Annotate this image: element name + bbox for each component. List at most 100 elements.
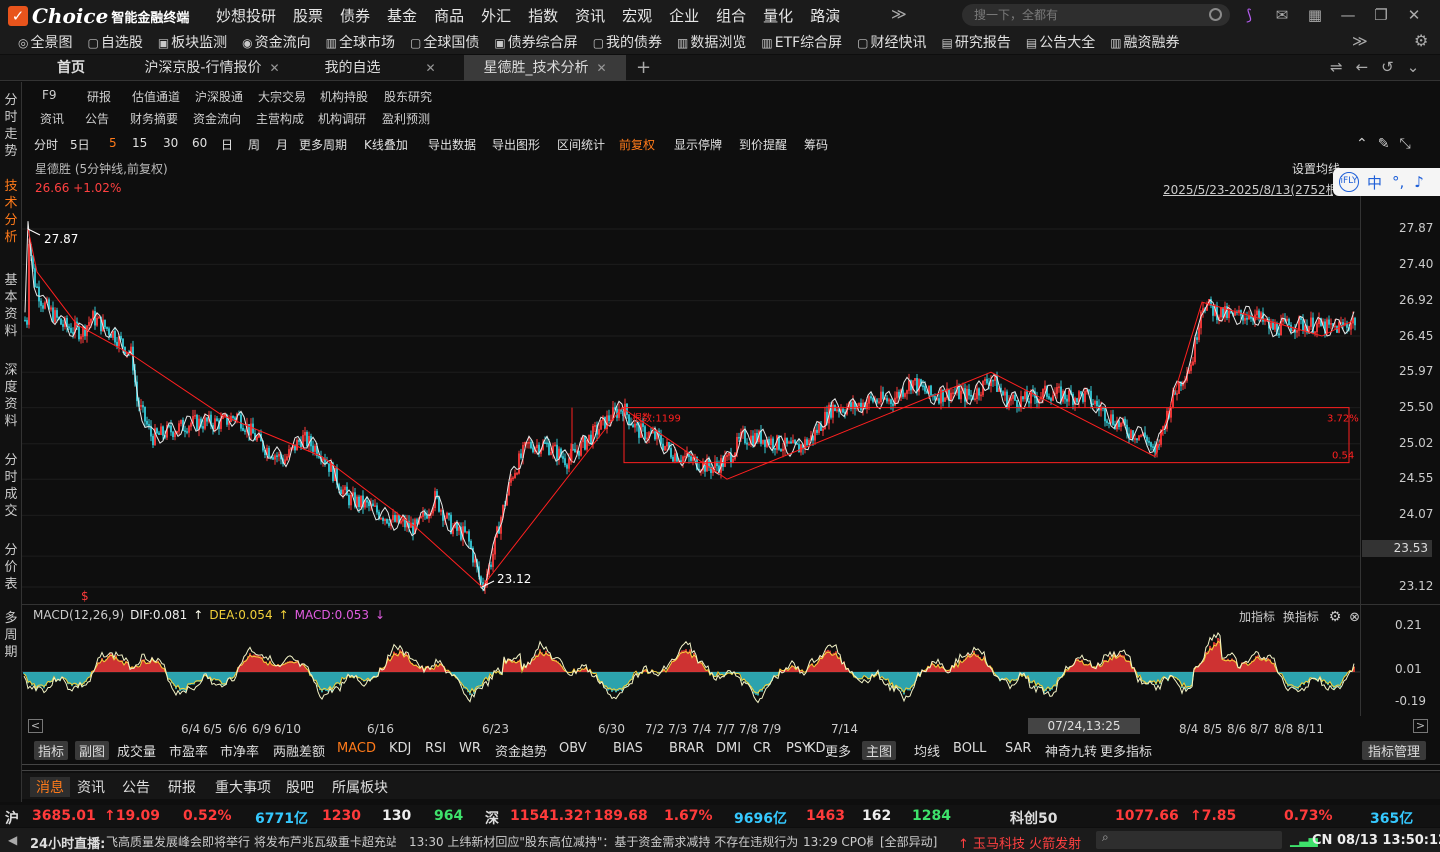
menu-item[interactable]: 妙想投研: [216, 5, 276, 26]
range-annotation-box[interactable]: [623, 407, 1350, 464]
menu-item[interactable]: 债券: [340, 5, 370, 26]
left-nav-item[interactable]: 分时走势: [0, 92, 22, 160]
f9-link[interactable]: 大宗交易: [258, 88, 306, 105]
tab-watchlist[interactable]: 我的自选 ✕: [300, 55, 460, 81]
toolbar-item[interactable]: ▢ 自选股: [87, 32, 142, 52]
indicator-settings-icon[interactable]: ⚙: [1329, 609, 1342, 625]
toolbar-item[interactable]: ▤ 公告大全: [1026, 32, 1095, 52]
left-nav-item[interactable]: 分价表: [0, 542, 22, 593]
close-tab-icon[interactable]: ✕: [425, 61, 435, 75]
tab-technical-analysis[interactable]: 星德胜_技术分析 ✕: [464, 55, 626, 81]
close-tab-icon[interactable]: ✕: [596, 61, 606, 75]
settings-gear-icon[interactable]: ⚙: [1414, 31, 1428, 50]
left-nav-item[interactable]: 基本资料: [0, 272, 22, 340]
chart-app-icon[interactable]: ⟆: [1240, 6, 1258, 24]
left-nav-item[interactable]: 深度资料: [0, 362, 22, 430]
period-button[interactable]: 5: [109, 136, 117, 150]
indicator-button[interactable]: 神奇九转: [1045, 741, 1097, 760]
tab-tools-icons[interactable]: ⇌←↺⌄: [1330, 58, 1432, 76]
add-indicator-button[interactable]: 加指标: [1239, 610, 1275, 624]
menu-item[interactable]: 商品: [434, 5, 464, 26]
f9-link[interactable]: F9: [42, 88, 57, 102]
period-button[interactable]: 前复权: [619, 136, 655, 153]
ifly-icon[interactable]: iFLY: [1339, 172, 1359, 192]
scroll-left-icon[interactable]: <: [28, 719, 43, 733]
f9-link[interactable]: 股东研究: [384, 88, 432, 105]
f9-link[interactable]: 资金流向: [193, 110, 241, 127]
news-tab[interactable]: 股吧: [286, 777, 314, 797]
f9-link[interactable]: 公告: [85, 110, 109, 127]
period-button[interactable]: 日: [221, 136, 233, 153]
close-tab-icon[interactable]: ✕: [270, 61, 280, 75]
menu-item[interactable]: 组合: [716, 5, 746, 26]
news-tab[interactable]: 公告: [122, 777, 150, 797]
indicator-button[interactable]: 成交量: [117, 741, 156, 760]
tab-quotes[interactable]: 沪深京股-行情报价 ✕: [132, 55, 292, 81]
menu-item[interactable]: 基金: [387, 5, 417, 26]
menu-item[interactable]: 宏观: [622, 5, 652, 26]
alert-item[interactable]: ↑ 玉马科技 火箭发射: [958, 833, 1081, 852]
splitter[interactable]: [22, 764, 1440, 771]
f9-link[interactable]: 财务摘要: [130, 110, 178, 127]
news-item[interactable]: 13:29 CPO概: [803, 833, 873, 850]
toolbar-item[interactable]: ▥ 全球市场: [326, 32, 395, 52]
period-button[interactable]: 区间统计: [557, 136, 605, 153]
indicator-button[interactable]: DMI: [716, 741, 741, 756]
indicator-button[interactable]: KDJ: [389, 741, 411, 756]
period-button[interactable]: 更多周期: [299, 136, 347, 153]
toolbar-item[interactable]: ▢ 财经快讯: [857, 32, 926, 52]
indicator-button[interactable]: CR: [753, 741, 771, 756]
f9-link[interactable]: 主营构成: [256, 110, 304, 127]
float-toolbar[interactable]: iFLY 中 °, ♪: [1333, 168, 1440, 196]
indicator-button[interactable]: BIAS: [613, 741, 643, 756]
period-button[interactable]: 筹码: [804, 136, 828, 153]
float-punct[interactable]: °,: [1392, 173, 1404, 191]
toolbar-item[interactable]: ▣ 板块监测: [158, 32, 227, 52]
toolbar-item[interactable]: ◎ 全景图: [18, 32, 72, 52]
news-tab[interactable]: 所属板块: [332, 777, 388, 797]
indicator-button[interactable]: BRAR: [669, 741, 704, 756]
news-tab[interactable]: 重大事项: [215, 777, 271, 797]
news-item[interactable]: 飞高质量发展峰会即将举行 将发布芦兆瓦级重卡超充站: [106, 833, 396, 850]
menu-item[interactable]: 企业: [669, 5, 699, 26]
f9-link[interactable]: 研报: [87, 88, 111, 105]
sz-index[interactable]: 11541.32: [510, 808, 584, 824]
mail-icon[interactable]: ✉: [1273, 6, 1291, 24]
period-button[interactable]: 月: [276, 136, 288, 153]
change-indicator-button[interactable]: 换指标: [1283, 610, 1319, 624]
toolbar-item[interactable]: ▥ ETF综合屏: [761, 32, 842, 52]
menu-item[interactable]: 外汇: [481, 5, 511, 26]
news-tab[interactable]: 研报: [168, 777, 196, 797]
f9-link[interactable]: 盈利预测: [382, 110, 430, 127]
indicator-button[interactable]: BOLL: [953, 741, 986, 756]
toolbar-item[interactable]: ▢ 全球国债: [410, 32, 479, 52]
more-menu-icon[interactable]: ≫: [891, 5, 907, 23]
period-button[interactable]: 显示停牌: [674, 136, 722, 153]
period-button[interactable]: 到价提醒: [739, 136, 787, 153]
left-nav-item[interactable]: 分时成交: [0, 452, 22, 520]
toolbar-item[interactable]: ▥ 融资融券: [1110, 32, 1179, 52]
indicator-button[interactable]: OBV: [559, 741, 587, 756]
minimize-icon[interactable]: —: [1339, 6, 1357, 24]
macd-chart[interactable]: [22, 625, 1360, 715]
f9-link[interactable]: 机构调研: [318, 110, 366, 127]
add-tab-icon[interactable]: +: [636, 57, 651, 78]
toolbar-item[interactable]: ▤ 研究报告: [942, 32, 1011, 52]
indicator-button[interactable]: 市净率: [220, 741, 259, 760]
indicator-button[interactable]: 指标: [34, 741, 69, 760]
indicator-button[interactable]: 市盈率: [169, 741, 208, 760]
indicator-button[interactable]: 更多指标: [1100, 741, 1152, 760]
toolbar-item[interactable]: ▢ 我的债券: [593, 32, 662, 52]
search-icon[interactable]: [1209, 8, 1222, 21]
period-button[interactable]: 周: [248, 136, 260, 153]
grid-icon[interactable]: ▦: [1306, 6, 1324, 24]
indicator-button[interactable]: 均线: [914, 741, 940, 760]
indicator-button[interactable]: 副图: [75, 741, 110, 760]
f9-link[interactable]: 资讯: [40, 110, 64, 127]
period-button[interactable]: 导出图形: [492, 136, 540, 153]
menu-item[interactable]: 股票: [293, 5, 323, 26]
kline-chart[interactable]: 根数:1199 3.72% 0.54 27.87 23.12 $: [22, 196, 1360, 604]
menu-item[interactable]: 指数: [528, 5, 558, 26]
float-chinese[interactable]: 中: [1367, 172, 1382, 193]
search-input[interactable]: 搜一下，全都有: [962, 4, 1230, 26]
